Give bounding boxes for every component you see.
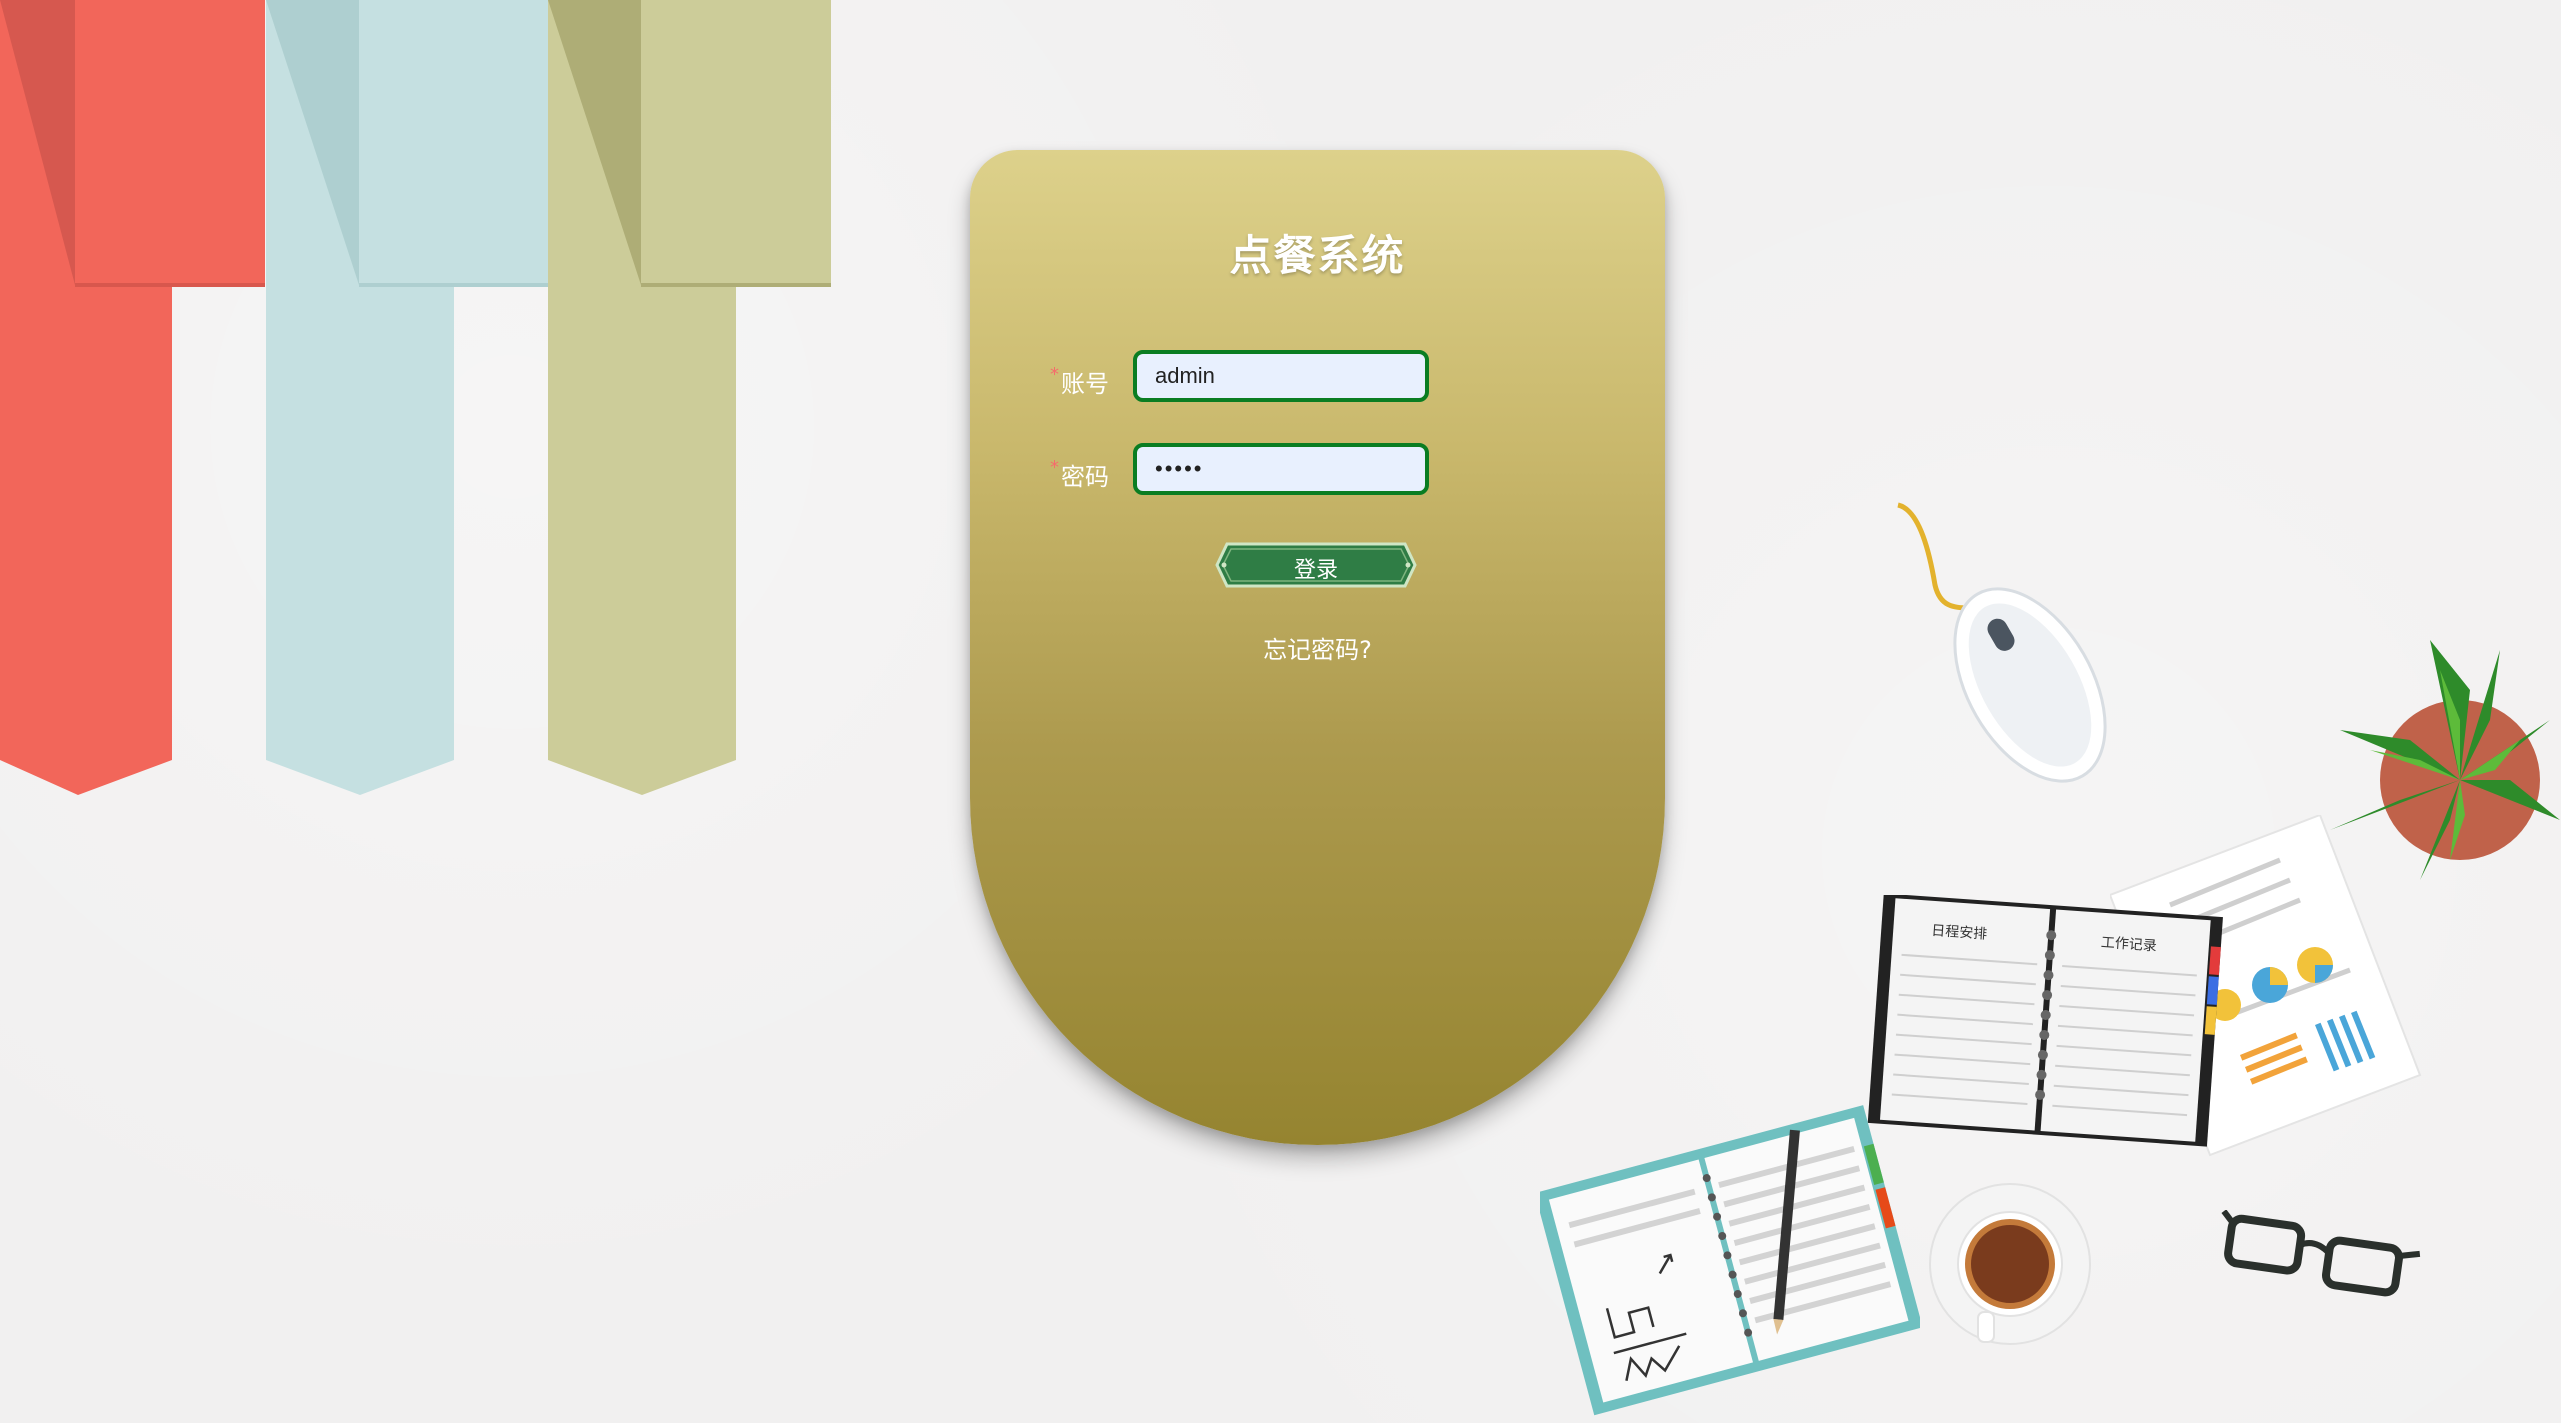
login-button[interactable]: 登录 — [1215, 542, 1417, 588]
ribbon-olive — [548, 0, 833, 800]
mouse-icon — [1890, 495, 2135, 809]
password-row: *密码 — [970, 443, 1665, 503]
required-mark: * — [1050, 364, 1059, 385]
page-title: 点餐系统 — [1229, 231, 1406, 280]
password-input[interactable] — [1133, 443, 1429, 495]
forgot-password-link[interactable]: 忘记密码? — [970, 630, 1665, 665]
username-row: *账号 — [970, 350, 1665, 410]
coffee-cup-icon — [1928, 1182, 2093, 1351]
username-label: *账号 — [1050, 364, 1109, 399]
login-card: 点餐系统 *账号 *密码 登录 忘记密码? — [970, 150, 1665, 1145]
username-input[interactable] — [1133, 350, 1429, 402]
password-label-text: 密码 — [1061, 463, 1109, 491]
login-button-label: 登录 — [1293, 557, 1338, 582]
sketch-notebook-icon — [1534, 1105, 1923, 1423]
username-label-text: 账号 — [1061, 370, 1109, 398]
required-mark: * — [1050, 457, 1059, 478]
password-label: *密码 — [1050, 457, 1109, 492]
ribbon-blue — [266, 0, 551, 800]
glasses-icon — [2218, 1209, 2423, 1314]
ribbon-red — [0, 0, 270, 800]
